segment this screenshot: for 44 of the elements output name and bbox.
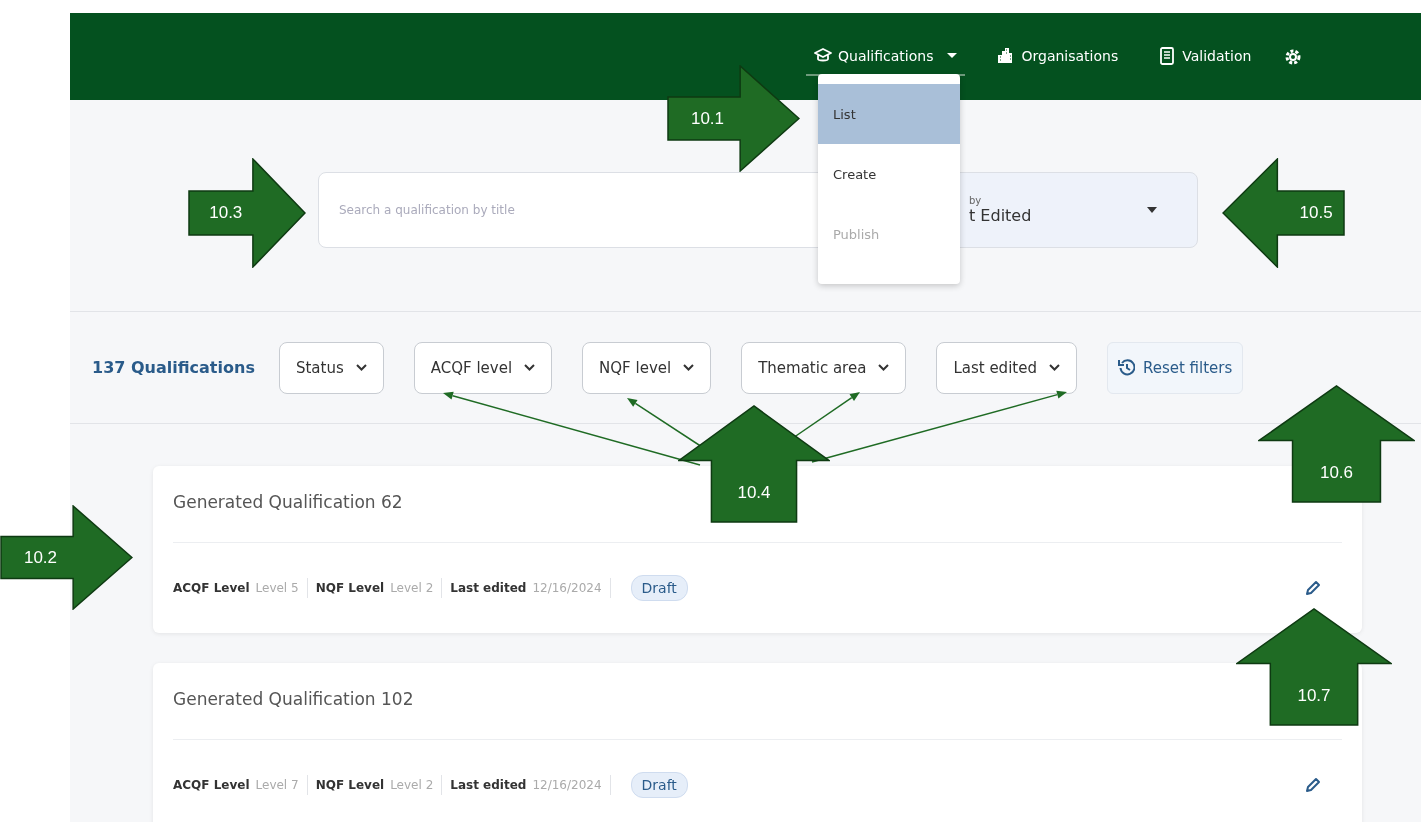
sort-label: by (969, 195, 982, 206)
filter-dropdown[interactable]: Thematic area (741, 341, 907, 394)
field-label: ACQF Level (173, 581, 250, 595)
edit-icon[interactable] (1304, 579, 1322, 597)
search-field[interactable]: Search a qualification by title (318, 172, 820, 248)
reset-filters-button[interactable]: Reset filters (1106, 341, 1244, 394)
callout-label: 10.4 (737, 482, 771, 503)
callout-label: 10.6 (1319, 462, 1354, 483)
result-count: 137 Qualifications (92, 358, 255, 377)
filter-dropdown[interactable]: NQF level (582, 341, 712, 394)
status-badge: Draft (630, 772, 688, 798)
nav-tab[interactable]: Validation (1150, 37, 1260, 76)
filter-dropdown[interactable]: Status (278, 341, 384, 394)
nav-tab[interactable]: Organisations (989, 37, 1127, 76)
filter-dropdown[interactable]: ACQF level (413, 341, 553, 394)
document-icon (1158, 46, 1177, 65)
filter-dropdown[interactable]: Last edited (936, 341, 1077, 394)
field-label: Last edited (450, 581, 527, 595)
caret-icon (1147, 207, 1157, 213)
callout-label: 10.5 (1299, 203, 1333, 223)
history-icon (1117, 359, 1135, 376)
field-value: Level 5 (255, 581, 299, 595)
field-label: NQF Level (315, 581, 385, 595)
chevron-down-icon (683, 364, 695, 371)
chevron-down-icon (355, 364, 367, 371)
chevron-down-icon (1048, 364, 1060, 371)
edit-icon[interactable] (1304, 776, 1322, 794)
field-label: Last edited (450, 778, 527, 792)
field-value: Level 2 (390, 778, 434, 792)
menu-item[interactable]: List (818, 84, 960, 144)
field-label: NQF Level (315, 778, 385, 792)
field-value: Level 7 (255, 778, 299, 792)
chevron-down-icon (524, 364, 536, 371)
sort-value: t Edited (969, 206, 1032, 225)
field-value: Level 2 (390, 581, 434, 595)
card-title[interactable]: Generated Qualification 102 (173, 689, 414, 709)
status-badge: Draft (630, 575, 688, 601)
callout-label: 10.2 (23, 547, 58, 568)
card-title[interactable]: Generated Qualification 62 (173, 492, 403, 512)
field-label: ACQF Level (173, 778, 250, 792)
callout-label: 10.1 (690, 108, 725, 129)
callout-label: 10.7 (1297, 685, 1331, 706)
chevron-down-icon (878, 364, 890, 371)
callout-label: 10.3 (209, 203, 243, 223)
